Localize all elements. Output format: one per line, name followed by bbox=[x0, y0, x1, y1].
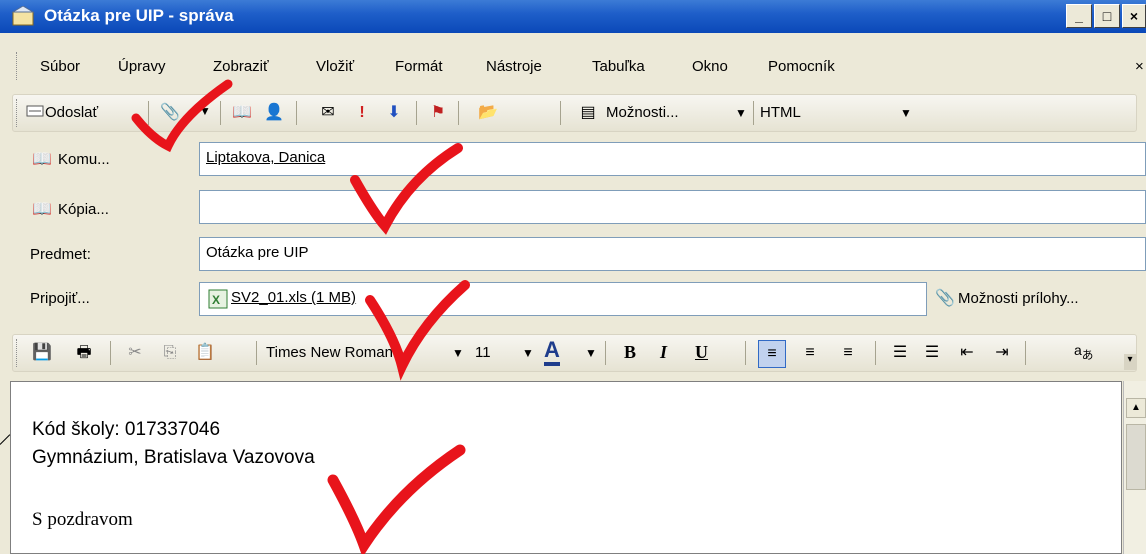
scroll-thumb[interactable] bbox=[1126, 424, 1146, 490]
options-button[interactable]: Možnosti... bbox=[606, 104, 679, 121]
high-importance-icon[interactable]: ! bbox=[352, 104, 372, 122]
chevron-down-icon[interactable]: ▼ bbox=[735, 106, 747, 120]
menu-bar bbox=[0, 33, 1146, 73]
align-center-icon[interactable]: ≡ bbox=[800, 344, 820, 362]
separator bbox=[416, 101, 417, 125]
to-button-label: Komu... bbox=[58, 151, 110, 168]
menu-okno[interactable]: Okno bbox=[692, 58, 728, 75]
separator bbox=[256, 341, 257, 365]
address-book-icon: 📖 bbox=[32, 201, 52, 218]
low-importance-icon[interactable]: ⬇ bbox=[384, 104, 404, 122]
format-select[interactable]: HTML bbox=[760, 104, 801, 121]
subject-field[interactable]: Otázka pre UIP bbox=[199, 237, 1146, 271]
address-book-icon[interactable]: 📖 bbox=[232, 104, 252, 122]
mail-window-icon bbox=[11, 6, 35, 26]
scroll-up-button[interactable]: ▲ bbox=[1126, 398, 1146, 418]
envelope-icon[interactable]: ✉ bbox=[318, 104, 338, 122]
attach-icon[interactable]: 📎 bbox=[160, 104, 180, 122]
decrease-indent-icon[interactable]: ⇤ bbox=[957, 344, 977, 362]
numbered-list-icon[interactable]: ☰ bbox=[890, 344, 910, 362]
attachment-file[interactable]: SV2_01.xls (1 MB) bbox=[231, 289, 356, 306]
body-line: Kód školy: 017337046 bbox=[32, 419, 221, 440]
close-doc-icon[interactable]: × bbox=[1135, 58, 1144, 75]
paste-icon[interactable]: 📋 bbox=[195, 344, 215, 362]
menu-zobrazit[interactable]: Zobraziť bbox=[213, 58, 269, 75]
attachment-options-icon: 📎 bbox=[935, 290, 955, 307]
separator bbox=[110, 341, 111, 365]
align-left-icon[interactable]: ≡ bbox=[758, 340, 786, 368]
separator bbox=[745, 341, 746, 365]
to-button[interactable] bbox=[29, 146, 195, 174]
close-button[interactable]: × bbox=[1122, 4, 1146, 28]
save-icon[interactable]: 💾 bbox=[32, 344, 52, 362]
chevron-down-icon[interactable]: ▼ bbox=[900, 106, 912, 120]
separator bbox=[220, 101, 221, 125]
bold-button[interactable]: B bbox=[624, 342, 636, 363]
style-icon[interactable]: aあ bbox=[1074, 342, 1093, 363]
check-names-icon[interactable]: 👤 bbox=[264, 104, 284, 122]
increase-indent-icon[interactable]: ⇥ bbox=[992, 344, 1012, 362]
underline-button[interactable]: U bbox=[695, 342, 708, 363]
flag-icon[interactable]: ⚑ bbox=[428, 104, 448, 122]
separator bbox=[875, 341, 876, 365]
attach-label[interactable]: Pripojiť... bbox=[30, 290, 90, 307]
options-icon[interactable]: ▤ bbox=[578, 104, 598, 122]
print-icon[interactable]: 🖶 bbox=[74, 344, 94, 362]
excel-file-icon: X bbox=[208, 289, 228, 309]
address-book-icon: 📖 bbox=[32, 151, 52, 168]
svg-text:X: X bbox=[212, 293, 220, 307]
separator bbox=[1025, 341, 1026, 365]
separator bbox=[753, 101, 754, 125]
bullet-list-icon[interactable]: ☰ bbox=[922, 344, 942, 362]
cc-field[interactable] bbox=[199, 190, 1146, 224]
menu-pomocnik[interactable]: Pomocník bbox=[768, 58, 835, 75]
menu-subor[interactable]: Súbor bbox=[40, 58, 80, 75]
cc-value bbox=[200, 191, 1145, 203]
body-line: Gymnázium, Bratislava Vazovova bbox=[32, 447, 315, 468]
chevron-down-icon[interactable]: ▼ bbox=[522, 346, 534, 360]
chevron-down-icon[interactable]: ▼ bbox=[585, 346, 597, 360]
font-size-select[interactable]: 11 bbox=[475, 344, 491, 361]
menu-vlozit[interactable]: Vložiť bbox=[316, 58, 354, 75]
window-title: Otázka pre UIP - správa bbox=[44, 6, 234, 25]
to-recipient[interactable]: Liptakova, Danica bbox=[200, 143, 1145, 172]
attachment-options-button[interactable]: Možnosti prílohy... bbox=[958, 290, 1079, 307]
align-right-icon[interactable]: ≡ bbox=[838, 344, 858, 362]
subject-label: Predmet: bbox=[30, 246, 91, 263]
send-icon bbox=[26, 105, 44, 117]
menu-nastroje[interactable]: Nástroje bbox=[486, 58, 542, 75]
separator bbox=[605, 341, 606, 365]
menu-tabulka[interactable]: Tabuľka bbox=[592, 58, 645, 75]
separator bbox=[296, 101, 297, 125]
separator bbox=[458, 101, 459, 125]
to-field[interactable]: Liptakova, Danica bbox=[199, 142, 1146, 176]
maximize-button[interactable]: □ bbox=[1094, 4, 1120, 28]
menu-grip[interactable] bbox=[16, 52, 21, 80]
separator bbox=[560, 101, 561, 125]
pointer-line bbox=[0, 434, 11, 445]
font-select[interactable]: Times New Roman bbox=[266, 344, 393, 361]
separator bbox=[148, 101, 149, 125]
font-color-icon[interactable]: A bbox=[544, 338, 560, 366]
chevron-down-icon[interactable]: ▼ bbox=[199, 104, 211, 118]
copy-icon[interactable]: ⎘ bbox=[160, 344, 180, 362]
cc-button[interactable]: Kópia... bbox=[58, 201, 109, 218]
body-line: S pozdravom bbox=[32, 509, 133, 530]
standard-toolbar bbox=[12, 94, 1137, 132]
menu-upravy[interactable]: Úpravy bbox=[118, 58, 166, 75]
toolbar-grip[interactable] bbox=[16, 99, 21, 127]
toolbar-grip[interactable] bbox=[16, 339, 21, 367]
subject-value: Otázka pre UIP bbox=[206, 244, 309, 261]
folder-icon[interactable]: 📂 bbox=[478, 104, 498, 122]
toolbar-overflow-icon[interactable]: ▾ bbox=[1124, 354, 1136, 370]
menu-format[interactable]: Formát bbox=[395, 58, 443, 75]
cut-icon[interactable]: ✂ bbox=[125, 344, 145, 362]
italic-button[interactable]: I bbox=[660, 342, 667, 363]
send-button[interactable]: Odoslať bbox=[45, 104, 98, 121]
minimize-button[interactable]: _ bbox=[1066, 4, 1092, 28]
chevron-down-icon[interactable]: ▼ bbox=[452, 346, 464, 360]
